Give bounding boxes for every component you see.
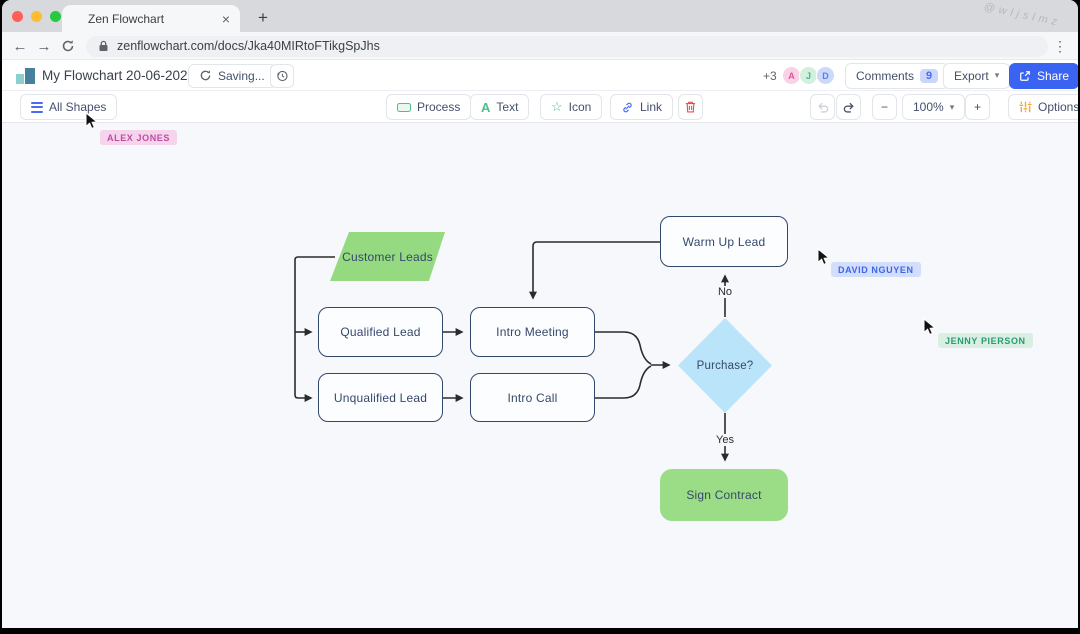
node-label: Intro Meeting <box>496 325 569 339</box>
hamburger-icon <box>31 102 43 113</box>
options-button[interactable]: Options <box>1008 94 1078 120</box>
cursor-alex <box>84 112 98 130</box>
undo-button[interactable] <box>810 94 835 120</box>
process-tool-button[interactable]: Process <box>386 94 471 120</box>
share-label: Share <box>1037 69 1069 83</box>
text-label: Text <box>496 100 518 114</box>
node-intro-call[interactable]: Intro Call <box>470 373 595 422</box>
browser-window: Zen Flowchart × + @wljslmz ← → zenflowch… <box>2 0 1078 628</box>
link-label: Link <box>640 100 662 114</box>
icon-label: Icon <box>569 100 592 114</box>
process-shape-icon <box>397 103 411 112</box>
cursor-david <box>816 248 830 266</box>
history-button[interactable] <box>270 64 294 88</box>
sliders-icon <box>1019 101 1032 113</box>
chevron-down-icon: ▾ <box>995 70 1000 81</box>
new-tab-button[interactable]: + <box>250 5 276 31</box>
process-label: Process <box>417 100 460 114</box>
close-tab-icon[interactable]: × <box>222 11 230 27</box>
window-controls <box>12 11 61 22</box>
zoom-out-button[interactable]: − <box>872 94 897 120</box>
tab-title: Zen Flowchart <box>88 12 214 26</box>
avatar-overflow-count[interactable]: +3 <box>763 69 777 83</box>
cursor-jenny <box>922 318 936 336</box>
url-field[interactable]: zenflowchart.com/docs/Jka40MIRtoFTikgSpJ… <box>86 36 1048 57</box>
link-icon <box>621 101 634 114</box>
text-icon: A <box>481 100 490 115</box>
browser-menu-icon[interactable]: ⋮ <box>1052 36 1068 56</box>
delete-button[interactable] <box>678 94 703 120</box>
external-link-icon <box>1019 70 1031 82</box>
edge-label-yes: Yes <box>711 434 739 446</box>
comments-count-badge: 9 <box>920 69 938 83</box>
node-customer-leads[interactable]: Customer Leads <box>330 232 445 281</box>
forward-icon[interactable]: → <box>34 36 54 56</box>
export-button[interactable]: Export ▾ <box>943 63 1010 89</box>
tab-strip: Zen Flowchart × + <box>2 0 1078 32</box>
redo-button[interactable] <box>836 94 861 120</box>
node-sign-contract[interactable]: Sign Contract <box>660 469 788 521</box>
node-label: Warm Up Lead <box>683 235 766 249</box>
node-label: Qualified Lead <box>340 325 420 339</box>
node-qualified-lead[interactable]: Qualified Lead <box>318 307 443 357</box>
node-warm-up-lead[interactable]: Warm Up Lead <box>660 216 788 267</box>
node-label: Intro Call <box>507 391 557 405</box>
zoom-level-dropdown[interactable]: 100% ▾ <box>902 94 965 120</box>
node-label: Sign Contract <box>686 488 761 502</box>
browser-address-bar: ← → zenflowchart.com/docs/Jka40MIRtoFTik… <box>2 32 1078 60</box>
zoom-window-button[interactable] <box>50 11 61 22</box>
node-label: Customer Leads <box>342 250 433 264</box>
edge-label-no: No <box>712 286 738 298</box>
icon-tool-button[interactable]: ☆ Icon <box>540 94 602 120</box>
chevron-down-icon: ▾ <box>950 102 955 113</box>
url-text: zenflowchart.com/docs/Jka40MIRtoFTikgSpJ… <box>117 39 380 53</box>
node-label: Unqualified Lead <box>334 391 427 405</box>
node-unqualified-lead[interactable]: Unqualified Lead <box>318 373 443 422</box>
node-intro-meeting[interactable]: Intro Meeting <box>470 307 595 357</box>
saving-label: Saving... <box>218 69 265 83</box>
all-shapes-button[interactable]: All Shapes <box>20 94 117 120</box>
reload-icon[interactable] <box>58 36 78 56</box>
star-icon: ☆ <box>551 99 563 115</box>
zoom-in-button[interactable]: + <box>965 94 990 120</box>
app-header: My Flowchart 20-06-2021 Saving... +3 A J… <box>2 60 1078 91</box>
options-label: Options <box>1038 100 1078 114</box>
collaborator-label-jenny-pierson: JENNY PIERSON <box>938 333 1033 348</box>
export-label: Export <box>954 69 989 83</box>
avatar[interactable]: D <box>816 66 835 85</box>
zenflowchart-logo <box>16 67 36 84</box>
editor-toolbar: All Shapes Process A Text ☆ Icon Link <box>2 91 1078 123</box>
node-label: Purchase? <box>697 360 754 372</box>
close-window-button[interactable] <box>12 11 23 22</box>
comments-button[interactable]: Comments 9 <box>845 63 949 89</box>
comments-label: Comments <box>856 69 914 83</box>
back-icon[interactable]: ← <box>10 36 30 56</box>
collaborator-label-david-nguyen: DAVID NGUYEN <box>831 262 921 277</box>
minimize-window-button[interactable] <box>31 11 42 22</box>
browser-tab[interactable]: Zen Flowchart × <box>62 5 240 32</box>
lock-icon <box>98 40 109 52</box>
collaborator-label-alex-jones: ALEX JONES <box>100 130 177 145</box>
saving-button[interactable]: Saving... <box>188 64 276 88</box>
text-tool-button[interactable]: A Text <box>470 94 529 120</box>
sync-icon <box>199 69 212 82</box>
link-tool-button[interactable]: Link <box>610 94 673 120</box>
zoom-level-value: 100% <box>913 100 944 114</box>
document-title[interactable]: My Flowchart 20-06-2021 <box>42 68 195 83</box>
share-button[interactable]: Share <box>1009 63 1078 89</box>
